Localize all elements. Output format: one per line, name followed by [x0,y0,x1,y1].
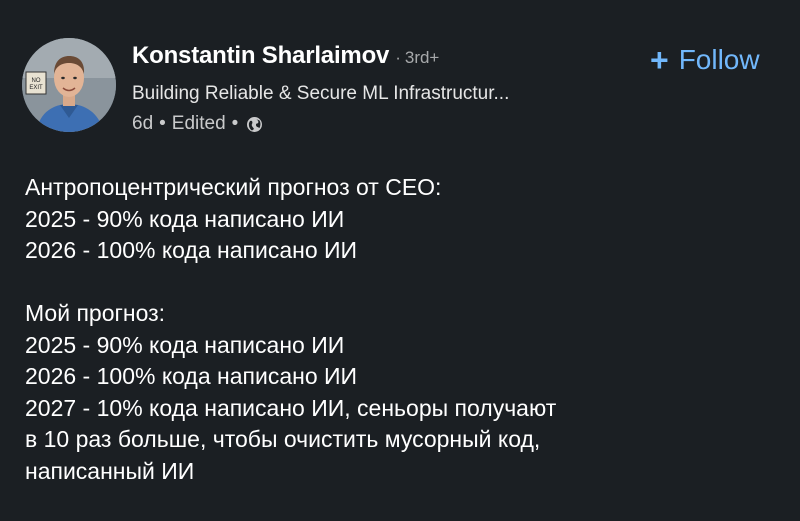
post-time: 6d [132,113,154,134]
author-name[interactable]: Konstantin Sharlaimov [132,42,389,70]
connection-degree: 3rd+ [404,48,440,67]
post-line: Мой прогноз: [25,300,166,326]
post-line: 2026 - 100% кода написано ИИ [25,363,358,389]
post-text: Антропоцентрический прогноз от CEO: 2025… [25,172,765,487]
post-line: написанный ИИ [25,457,195,484]
avatar-photo: NO EXIT [22,38,116,132]
author-headline: Building Reliable & Secure ML Infrastruc… [132,83,510,104]
post-meta: 6d • Edited • [132,113,263,135]
post-line: Антропоцентрический прогноз от CEO: [25,174,442,200]
follow-label: Follow [678,44,760,75]
author-name-row: Konstantin Sharlaimov · 3rd+ [132,42,439,70]
post-line: 2025 - 90% кода написано ИИ [25,205,345,232]
meta-dot: • [231,113,239,134]
post-line: 2026 - 100% кода написано ИИ [25,237,358,263]
post-line: в 10 раз больше, чтобы очистить мусорный… [25,426,541,452]
meta-dot: • [159,113,166,134]
feed-post: NO EXIT Konstantin Sharlaimov · 3rd+ Bui… [0,0,800,521]
avatar-sign-text-1: NO [32,78,41,84]
follow-button[interactable]: + Follow [650,44,760,76]
edited-label: Edited [171,113,226,134]
connection-separator: · [395,48,401,67]
plus-icon: + [650,42,669,78]
globe-icon [246,116,263,133]
post-line: 2025 - 90% кода написано ИИ [25,331,345,358]
post-line: 2027 - 10% кода написано ИИ, сеньоры пол… [25,394,557,421]
avatar-sign-text-2: EXIT [29,85,43,91]
avatar[interactable]: NO EXIT [22,38,116,132]
